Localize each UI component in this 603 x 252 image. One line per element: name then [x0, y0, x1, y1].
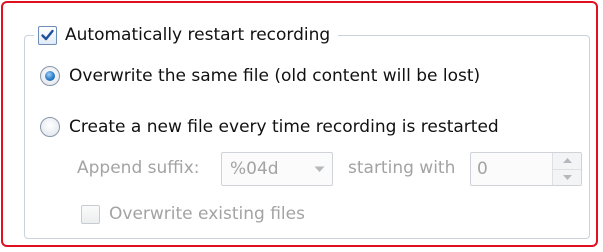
overwrite-existing-option[interactable]: Overwrite existing files	[81, 201, 305, 227]
auto-restart-checkbox[interactable]	[38, 25, 57, 45]
restart-group-header[interactable]: Automatically restart recording	[34, 22, 339, 48]
append-suffix-label: Append suffix:	[77, 158, 200, 178]
overwrite-existing-label: Overwrite existing files	[109, 204, 305, 224]
append-suffix-select[interactable]: %04d	[221, 152, 333, 186]
create-new-option[interactable]: Create a new file every time recording i…	[40, 114, 499, 140]
overwrite-existing-checkbox[interactable]	[81, 204, 100, 224]
spin-down-button[interactable]	[553, 168, 581, 185]
spin-up-button[interactable]	[553, 153, 581, 169]
overwrite-option[interactable]: Overwrite the same file (old content wil…	[40, 63, 480, 89]
checkmark-icon	[41, 29, 54, 40]
starting-with-spinner[interactable]: 0	[470, 152, 582, 186]
starting-with-value[interactable]: 0	[471, 153, 552, 185]
append-suffix-value: %04d	[230, 159, 279, 179]
chevron-down-icon	[306, 166, 332, 173]
arrow-up-icon	[562, 158, 572, 164]
create-new-label: Create a new file every time recording i…	[69, 117, 499, 137]
overwrite-radio[interactable]	[40, 66, 60, 86]
starting-with-label: starting with	[348, 158, 456, 178]
create-new-radio[interactable]	[40, 117, 60, 137]
radio-dot-icon	[45, 71, 55, 81]
overwrite-label: Overwrite the same file (old content wil…	[69, 66, 481, 86]
arrow-down-icon	[562, 174, 572, 180]
auto-restart-label: Automatically restart recording	[65, 25, 331, 45]
